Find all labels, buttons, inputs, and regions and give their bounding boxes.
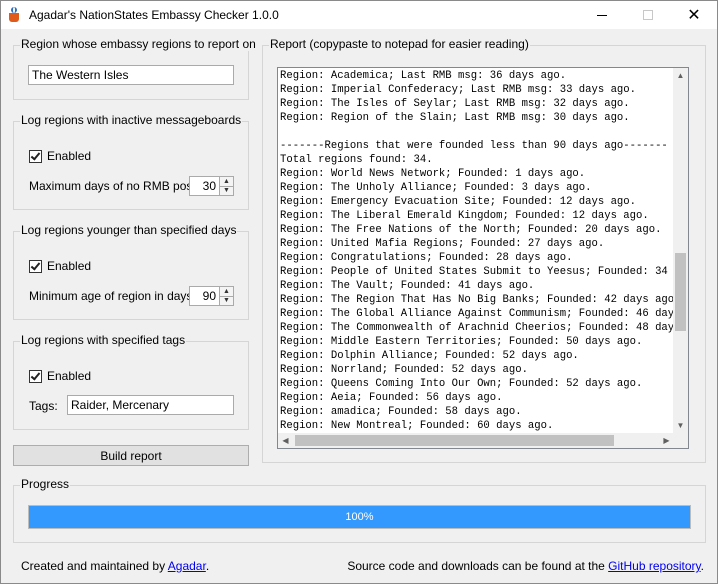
build-report-label: Build report: [100, 448, 162, 463]
report-group-label: Report (copypaste to notepad for easier …: [269, 37, 530, 51]
report-line: -------Regions that were founded less th…: [280, 140, 668, 152]
scroll-right-icon[interactable]: ▶: [659, 433, 674, 448]
report-line: [280, 125, 674, 139]
report-line: Total regions found: 34.: [280, 154, 433, 166]
progress-bar: 100%: [28, 505, 691, 529]
window-title: Agadar's NationStates Embassy Checker 1.…: [29, 8, 279, 22]
report-line: Region: The Liberal Emerald Kingdom; Fou…: [280, 210, 649, 222]
younger-group: Log regions younger than specified days …: [13, 223, 249, 320]
app-window: Agadar's NationStates Embassy Checker 1.…: [0, 0, 718, 584]
region-group-label: Region whose embassy regions to report o…: [20, 37, 257, 51]
report-text[interactable]: Region: Academica; Last RMB msg: 36 days…: [278, 68, 674, 433]
footer-source: Source code and downloads can be found a…: [347, 559, 704, 573]
report-line: Region: Aeia; Founded: 56 days ago.: [280, 392, 503, 404]
minimize-icon: [597, 14, 607, 16]
close-icon: ✕: [687, 7, 701, 24]
github-link[interactable]: GitHub repository: [608, 559, 700, 573]
inactive-group: Log regions with inactive messageboards …: [13, 113, 249, 210]
tags-enabled-label: Enabled: [47, 369, 92, 383]
checkmark-icon: [30, 369, 41, 381]
tags-label: Tags:: [29, 399, 58, 413]
min-age-spinner[interactable]: 90 ▲ ▼: [189, 286, 234, 306]
checkmark-icon: [30, 149, 41, 161]
scroll-corner: [673, 433, 688, 448]
source-text: Source code and downloads can be found a…: [347, 559, 609, 573]
credits-suffix: .: [205, 559, 210, 573]
younger-enabled-label: Enabled: [47, 259, 92, 273]
report-line: Region: Norrland; Founded: 52 days ago.: [280, 364, 528, 376]
max-days-label: Maximum days of no RMB posts:: [29, 179, 206, 193]
report-line: Region: The Unholy Alliance; Founded: 3 …: [280, 182, 592, 194]
report-line: Region: The Global Alliance Against Comm…: [280, 308, 674, 320]
report-line: Region: Region of the Slain; Last RMB ms…: [280, 112, 630, 124]
younger-group-label: Log regions younger than specified days: [20, 223, 238, 237]
tags-group: Log regions with specified tags Enabled …: [13, 333, 249, 430]
report-line: Region: Emergency Evacuation Site; Found…: [280, 196, 637, 208]
maximize-icon: [643, 10, 653, 20]
report-line: Region: The Vault; Founded: 41 days ago.: [280, 280, 535, 292]
report-line: Region: Middle Eastern Territories; Foun…: [280, 336, 643, 348]
scroll-left-icon[interactable]: ◀: [278, 433, 293, 448]
report-line: Region: Congratulations; Founded: 28 day…: [280, 252, 573, 264]
report-line: Region: Dolphin Alliance; Founded: 52 da…: [280, 350, 579, 362]
vertical-scrollbar[interactable]: ▲ ▼: [673, 68, 688, 433]
tags-input[interactable]: Raider, Mercenary: [67, 395, 234, 415]
progress-group-label: Progress: [20, 477, 71, 491]
footer-credits: Created and maintained by Agadar.: [21, 559, 209, 573]
younger-enabled-checkbox-row[interactable]: Enabled: [29, 259, 91, 273]
tags-enabled-checkbox-row[interactable]: Enabled: [29, 369, 91, 383]
source-suffix: .: [700, 559, 704, 573]
report-line: Region: The Free Nations of the North; F…: [280, 224, 662, 236]
report-line: Region: Imperial Confederacy; Last RMB m…: [280, 84, 637, 96]
region-group: Region whose embassy regions to report o…: [13, 37, 257, 100]
min-age-label: Minimum age of region in days:: [29, 289, 196, 303]
report-textarea[interactable]: Region: Academica; Last RMB msg: 36 days…: [277, 67, 689, 449]
java-cup-icon: [7, 7, 23, 23]
close-button[interactable]: ✕: [671, 1, 717, 29]
inactive-enabled-checkbox-row[interactable]: Enabled: [29, 149, 91, 163]
report-line: Region: New Montreal; Founded: 60 days a…: [280, 420, 554, 432]
maximize-button[interactable]: [625, 1, 671, 29]
checkmark-icon: [30, 259, 41, 271]
inactive-group-label: Log regions with inactive messageboards: [20, 113, 243, 127]
horizontal-scroll-thumb[interactable]: [295, 435, 614, 446]
tags-group-label: Log regions with specified tags: [20, 333, 187, 347]
progress-text: 100%: [345, 511, 374, 523]
report-line: Region: The Region That Has No Big Banks…: [280, 294, 674, 306]
scroll-down-icon[interactable]: ▼: [673, 418, 688, 433]
report-line: Region: The Isles of Seylar; Last RMB ms…: [280, 98, 630, 110]
spinner-up-icon[interactable]: ▲: [220, 287, 233, 297]
minimize-button[interactable]: [579, 1, 625, 29]
vertical-scroll-thumb[interactable]: [675, 253, 686, 331]
spinner-down-icon[interactable]: ▼: [220, 186, 233, 195]
scroll-up-icon[interactable]: ▲: [673, 68, 688, 83]
report-line: Region: Academica; Last RMB msg: 36 days…: [280, 70, 567, 82]
report-line: Region: The Commonwealth of Arachnid Che…: [280, 322, 674, 334]
younger-enabled-checkbox[interactable]: [29, 259, 42, 273]
report-line: Region: World News Network; Founded: 1 d…: [280, 168, 586, 180]
spinner-up-icon[interactable]: ▲: [220, 177, 233, 187]
report-line: Region: amadica; Founded: 58 days ago.: [280, 406, 522, 418]
report-line: Region: Queens Coming Into Our Own; Foun…: [280, 378, 643, 390]
inactive-enabled-label: Enabled: [47, 149, 92, 163]
credits-text: Created and maintained by: [21, 559, 168, 573]
horizontal-scrollbar[interactable]: ◀ ▶: [278, 433, 674, 448]
report-line: Region: People of United States Submit t…: [280, 266, 674, 278]
title-bar[interactable]: Agadar's NationStates Embassy Checker 1.…: [1, 1, 717, 29]
build-report-button[interactable]: Build report: [13, 445, 249, 466]
region-input[interactable]: The Western Isles: [28, 65, 234, 85]
spinner-down-icon[interactable]: ▼: [220, 296, 233, 305]
report-line: Region: United Mafia Regions; Founded: 2…: [280, 238, 605, 250]
max-days-spinner[interactable]: 30 ▲ ▼: [189, 176, 234, 196]
inactive-enabled-checkbox[interactable]: [29, 149, 42, 163]
min-age-value[interactable]: 90: [190, 287, 219, 305]
author-link[interactable]: Agadar: [168, 559, 206, 573]
max-days-value[interactable]: 30: [190, 177, 219, 195]
tags-enabled-checkbox[interactable]: [29, 369, 42, 383]
